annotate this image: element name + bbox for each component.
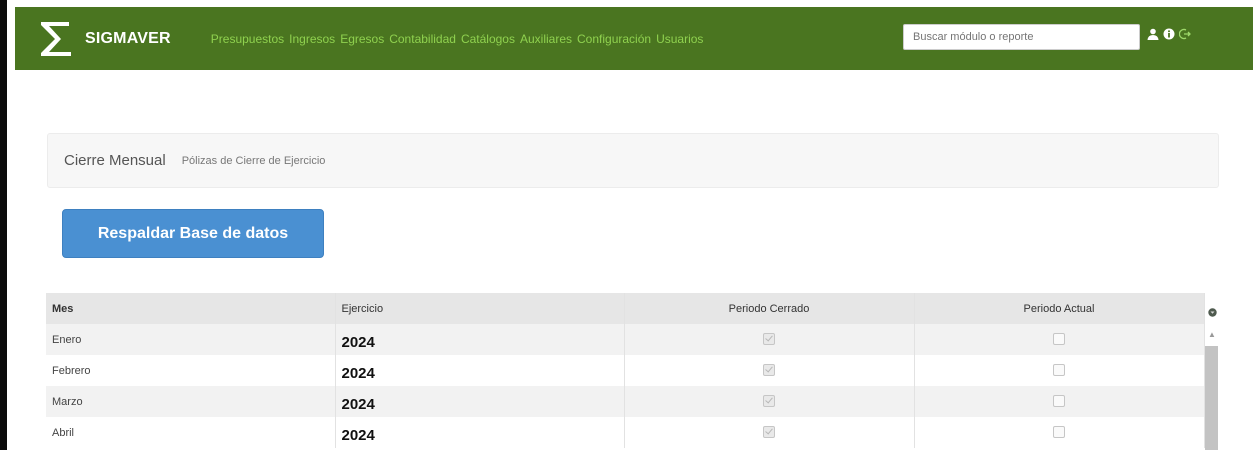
table-row[interactable]: Abril 2024 bbox=[46, 417, 1205, 448]
cell-ejercicio: 2024 bbox=[335, 386, 625, 417]
column-header-periodo-cerrado[interactable]: Periodo Cerrado bbox=[624, 293, 915, 324]
cell-ejercicio: 2024 bbox=[335, 355, 625, 386]
scrollbar-thumb[interactable] bbox=[1205, 346, 1218, 450]
cell-mes: Marzo bbox=[46, 386, 336, 417]
logout-icon[interactable] bbox=[1179, 28, 1191, 40]
column-header-mes[interactable]: Mes bbox=[46, 293, 336, 324]
column-menu-icon[interactable] bbox=[1208, 304, 1217, 322]
brand[interactable]: SIGMAVER bbox=[37, 19, 171, 59]
page-subtitle[interactable]: Pólizas de Cierre de Ejercicio bbox=[182, 155, 326, 167]
table-row[interactable]: Febrero 2024 bbox=[46, 355, 1205, 386]
periodo-cerrado-checkbox[interactable] bbox=[763, 426, 775, 439]
window-edge bbox=[0, 0, 7, 450]
scroll-up-arrow-icon[interactable]: ▲ bbox=[1208, 331, 1216, 339]
breadcrumb: Cierre Mensual Pólizas de Cierre de Ejer… bbox=[47, 133, 1219, 188]
backup-database-button[interactable]: Respaldar Base de datos bbox=[62, 209, 324, 258]
search-input[interactable] bbox=[903, 24, 1140, 50]
periodo-actual-checkbox[interactable] bbox=[1053, 426, 1065, 439]
menu-item-ingresos[interactable]: Ingresos bbox=[289, 32, 335, 46]
cell-mes: Abril bbox=[46, 417, 336, 448]
brand-name: SIGMAVER bbox=[85, 29, 171, 47]
main-menu: Presupuestos Ingresos Egresos Contabilid… bbox=[211, 32, 709, 46]
info-icon[interactable] bbox=[1163, 28, 1175, 40]
menu-item-egresos[interactable]: Egresos bbox=[340, 32, 384, 46]
menu-item-presupuestos[interactable]: Presupuestos bbox=[211, 32, 284, 46]
cell-mes: Febrero bbox=[46, 355, 336, 386]
menu-item-contabilidad[interactable]: Contabilidad bbox=[389, 32, 456, 46]
periodo-cerrado-checkbox[interactable] bbox=[763, 333, 775, 346]
menu-item-auxiliares[interactable]: Auxiliares bbox=[520, 32, 572, 46]
months-table: Mes Ejercicio Periodo Cerrado Periodo Ac… bbox=[46, 293, 1205, 448]
periodo-actual-checkbox[interactable] bbox=[1053, 364, 1065, 377]
top-navbar: SIGMAVER Presupuestos Ingresos Egresos C… bbox=[15, 7, 1253, 70]
cell-ejercicio: 2024 bbox=[335, 417, 625, 448]
table-header-row: Mes Ejercicio Periodo Cerrado Periodo Ac… bbox=[46, 293, 1205, 324]
menu-item-configuracion[interactable]: Configuración bbox=[577, 32, 651, 46]
column-header-ejercicio[interactable]: Ejercicio bbox=[335, 293, 625, 324]
table-row[interactable]: Enero 2024 bbox=[46, 324, 1205, 355]
cell-mes: Enero bbox=[46, 324, 336, 355]
page-title: Cierre Mensual bbox=[64, 152, 166, 169]
table-scrollbar[interactable]: ▲ bbox=[1204, 293, 1220, 450]
cell-ejercicio: 2024 bbox=[335, 324, 625, 355]
periodo-cerrado-checkbox[interactable] bbox=[763, 395, 775, 408]
table-row[interactable]: Marzo 2024 bbox=[46, 386, 1205, 417]
user-icon[interactable] bbox=[1147, 28, 1159, 40]
periodo-actual-checkbox[interactable] bbox=[1053, 333, 1065, 346]
menu-item-catalogos[interactable]: Catálogos bbox=[461, 32, 515, 46]
menu-item-usuarios[interactable]: Usuarios bbox=[656, 32, 703, 46]
periodo-cerrado-checkbox[interactable] bbox=[763, 364, 775, 377]
column-header-periodo-actual[interactable]: Periodo Actual bbox=[914, 293, 1205, 324]
navbar-icons bbox=[1147, 28, 1195, 40]
months-grid: Mes Ejercicio Periodo Cerrado Periodo Ac… bbox=[46, 293, 1220, 450]
periodo-actual-checkbox[interactable] bbox=[1053, 395, 1065, 408]
sigma-logo-icon bbox=[41, 21, 71, 56]
